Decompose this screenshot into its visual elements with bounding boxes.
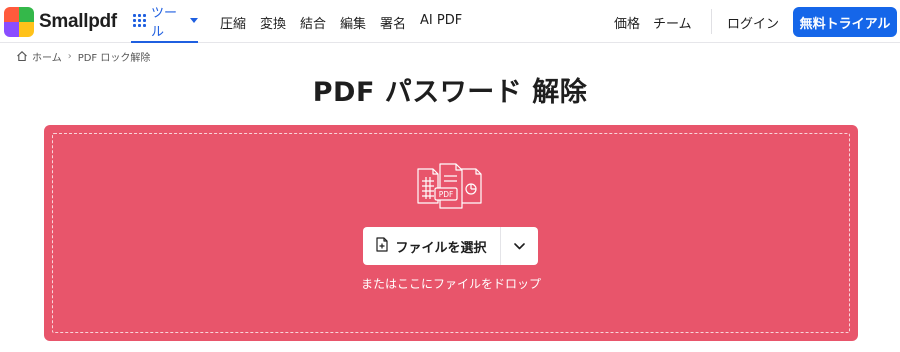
nav-team[interactable]: チーム bbox=[653, 13, 692, 32]
file-dropzone[interactable]: PDF ファイルを選択 またはここにファイルをドロップ bbox=[44, 125, 858, 341]
choose-file-button[interactable]: ファイルを選択 bbox=[363, 227, 500, 265]
choose-file-label: ファイルを選択 bbox=[395, 240, 487, 256]
files-illustration-icon: PDF bbox=[417, 163, 482, 209]
smallpdf-logo[interactable]: Smallpdf bbox=[4, 7, 117, 37]
nav-compress[interactable]: 圧縮 bbox=[220, 13, 246, 32]
drop-hint-text: またはここにファイルをドロップ bbox=[360, 277, 541, 291]
logo-mark-icon bbox=[4, 7, 34, 37]
free-trial-button[interactable]: 無料トライアル bbox=[793, 7, 897, 37]
logo-text: Smallpdf bbox=[39, 11, 117, 32]
nav-edit[interactable]: 編集 bbox=[340, 13, 366, 32]
top-navbar: Smallpdf ツール 圧縮 変換 結合 編集 署名 AI PDF 価格 チー… bbox=[0, 0, 900, 43]
page-title: PDF パスワード 解除 bbox=[312, 77, 588, 108]
nav-ai-pdf[interactable]: AI PDF bbox=[420, 13, 462, 28]
tools-menu-button[interactable]: ツール bbox=[131, 0, 198, 43]
tools-label: ツール bbox=[151, 5, 178, 40]
chevron-down-icon bbox=[190, 18, 198, 23]
nav-merge[interactable]: 結合 bbox=[300, 13, 326, 32]
breadcrumb: ホーム › PDF ロック解除 bbox=[16, 49, 151, 64]
breadcrumb-home[interactable]: ホーム bbox=[32, 49, 62, 64]
login-link[interactable]: ログイン bbox=[727, 13, 779, 32]
chevron-right-icon: › bbox=[67, 50, 72, 62]
nav-divider bbox=[711, 9, 712, 34]
nav-convert[interactable]: 変換 bbox=[260, 13, 286, 32]
grid-icon bbox=[133, 14, 146, 27]
svg-text:PDF: PDF bbox=[439, 190, 454, 199]
choose-source-dropdown[interactable] bbox=[501, 227, 538, 265]
chevron-down-icon bbox=[514, 242, 525, 249]
breadcrumb-current: PDF ロック解除 bbox=[77, 52, 151, 64]
add-file-icon bbox=[376, 236, 389, 256]
nav-pricing[interactable]: 価格 bbox=[614, 13, 640, 32]
choose-file-group: ファイルを選択 bbox=[363, 227, 538, 265]
nav-sign[interactable]: 署名 bbox=[380, 13, 406, 32]
home-icon[interactable] bbox=[16, 50, 28, 62]
